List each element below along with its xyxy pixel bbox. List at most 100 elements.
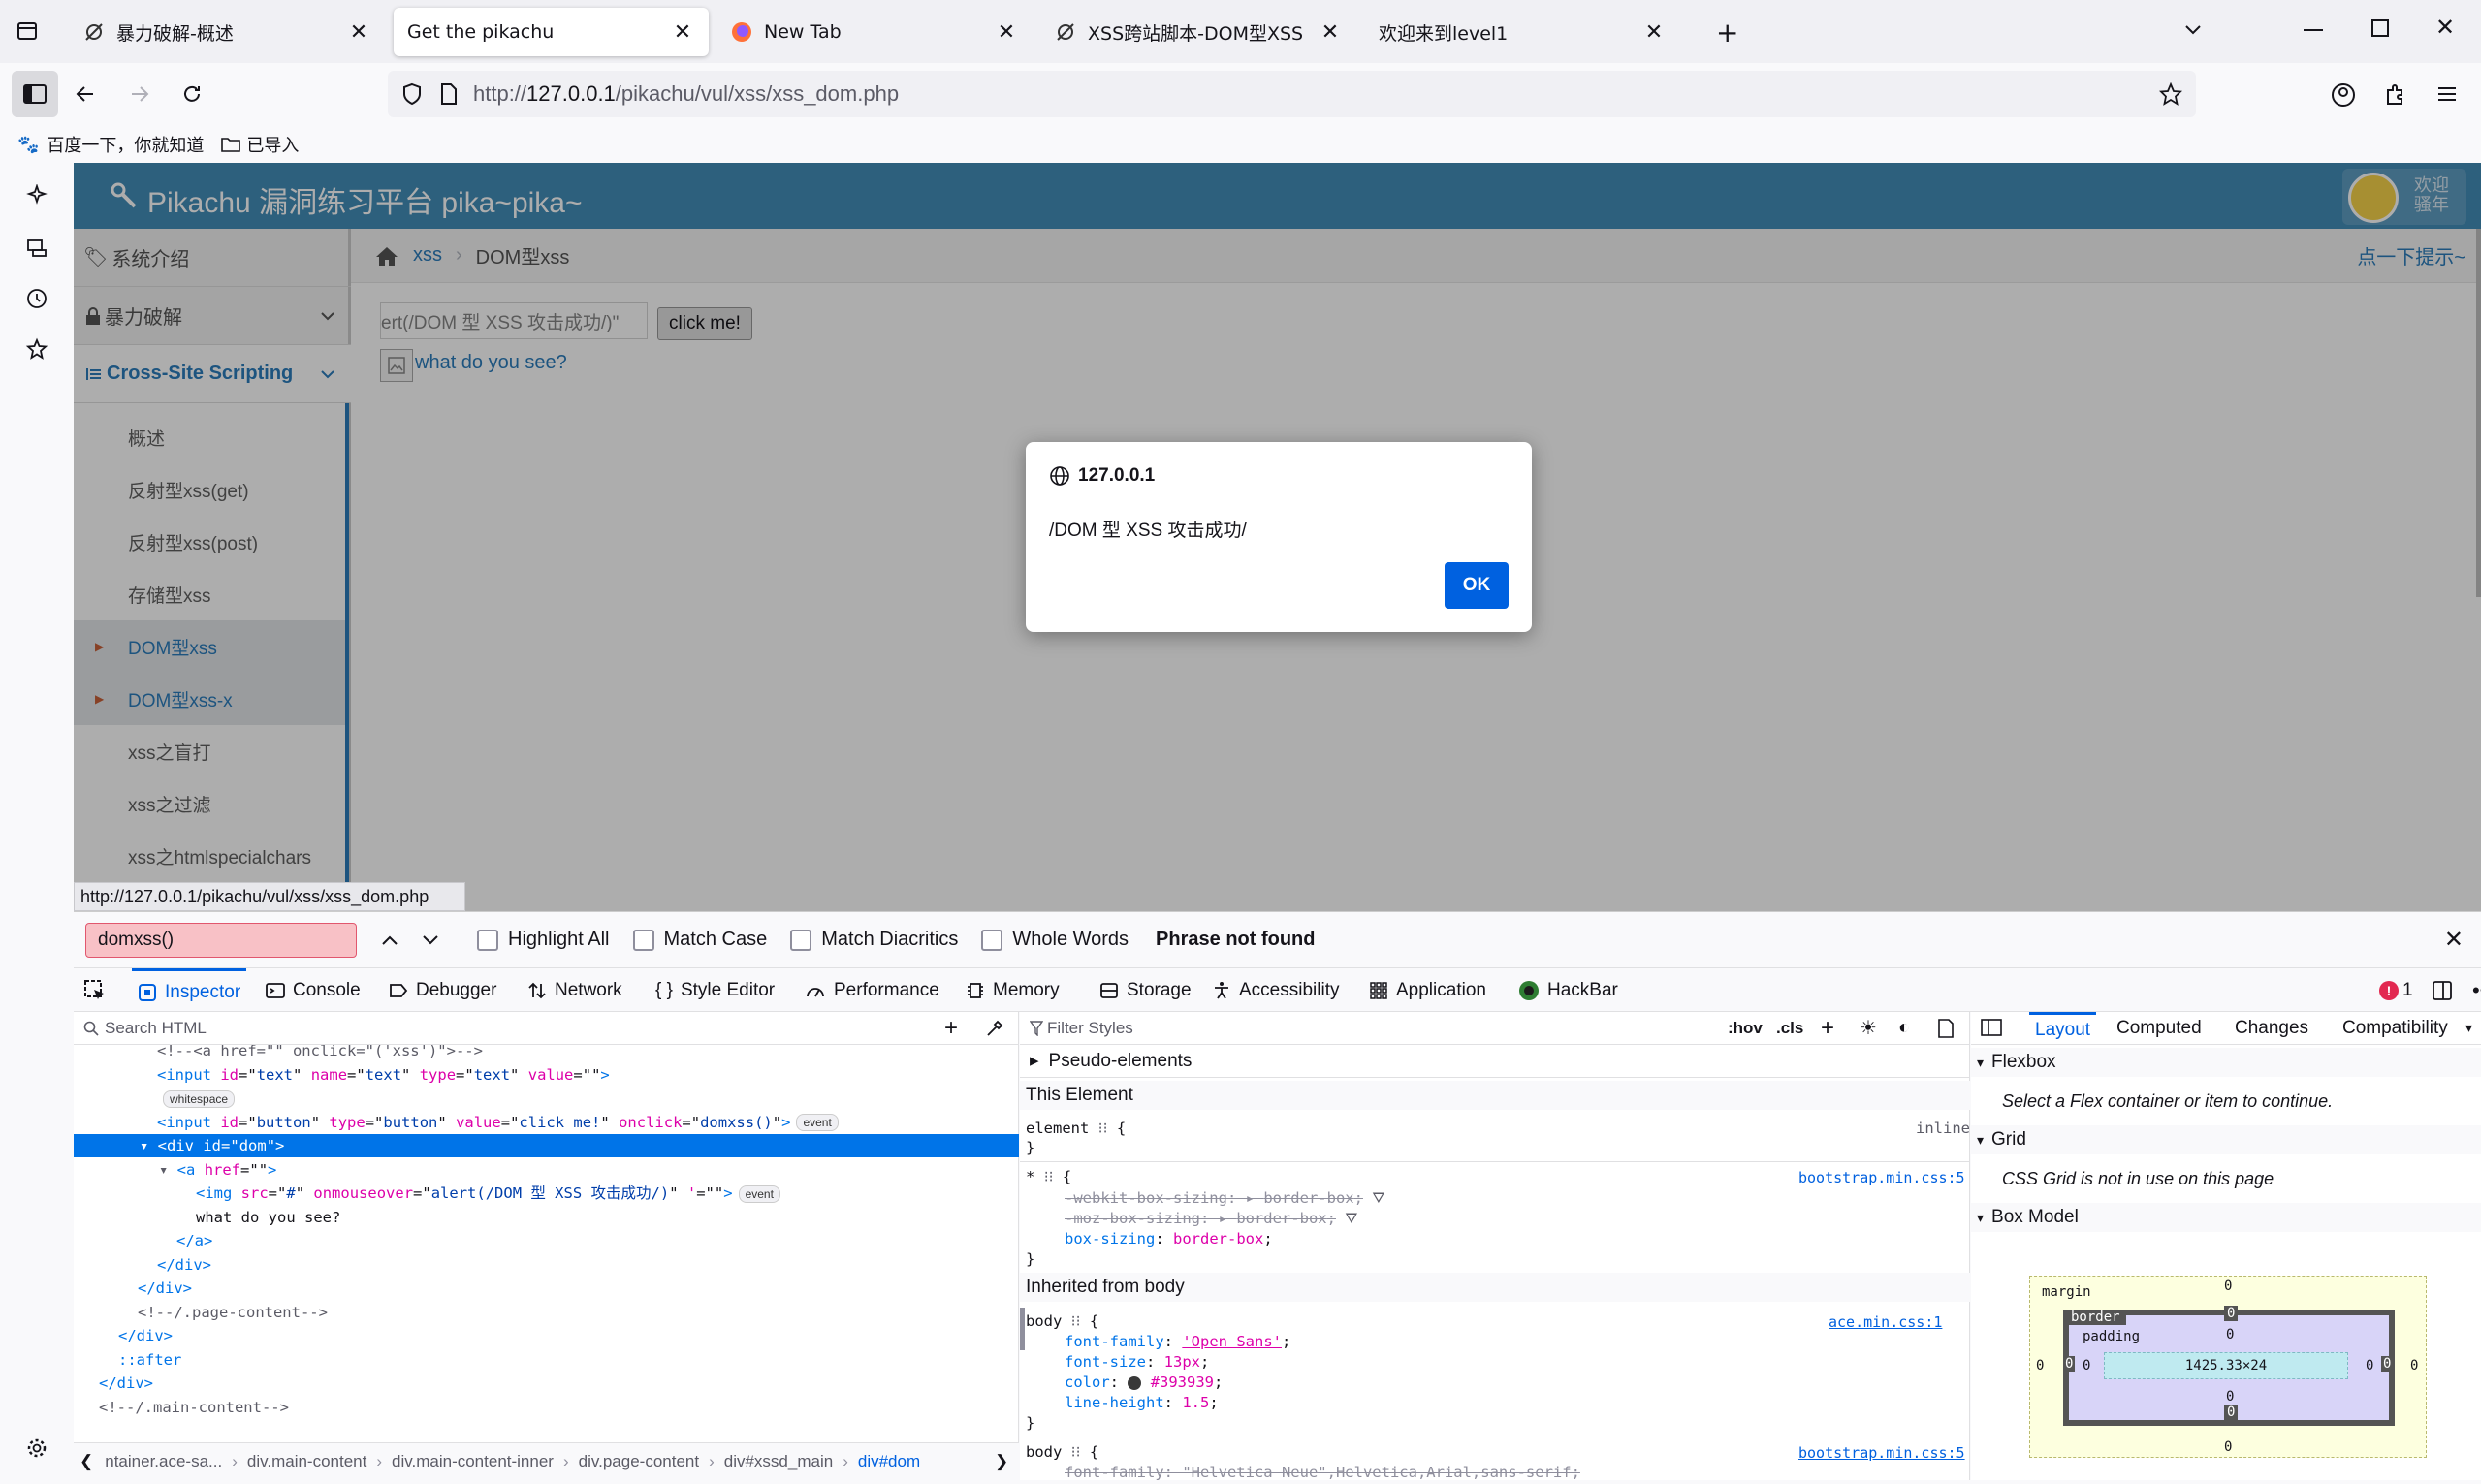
whole-words-checkbox[interactable] [981, 929, 1003, 951]
close-tab-icon[interactable]: ✕ [1318, 20, 1343, 45]
markup-node[interactable]: </div> [74, 1372, 1019, 1395]
pseudo-elements-toggle[interactable]: ▸ Pseudo-elements [1020, 1045, 1970, 1078]
close-find-icon[interactable]: ✕ [2444, 926, 2464, 954]
find-previous-icon[interactable] [380, 933, 399, 947]
markup-node[interactable]: what do you see? [74, 1206, 1019, 1229]
new-tab-icon[interactable]: + [1716, 16, 1738, 48]
node-crumb[interactable]: ntainer.ace-sa... [105, 1452, 222, 1471]
markup-node[interactable]: </div> [74, 1324, 1019, 1347]
node-crumb[interactable]: div.main-content-inner [392, 1452, 554, 1471]
body-rule-source[interactable]: ace.min.css:1 [1829, 1313, 1942, 1331]
error-indicator[interactable]: ! 1 [2379, 968, 2413, 1013]
padding-top-value[interactable]: 0 [2226, 1327, 2234, 1342]
markup-node[interactable]: whitespace [74, 1087, 1019, 1110]
find-next-icon[interactable] [421, 933, 440, 947]
tab-style-editor[interactable]: { } Style Editor [655, 968, 775, 1013]
toggle-sidebar-icon[interactable] [1981, 1018, 2002, 1037]
shield-icon[interactable] [401, 82, 423, 106]
add-rule-icon[interactable]: + [1821, 1015, 1834, 1042]
tab-4[interactable]: XSS跨站脚本-DOM型XSS ✕ [1041, 8, 1356, 56]
bookmark-star-icon[interactable] [2159, 82, 2182, 106]
url-bar[interactable]: http://127.0.0.1/pikachu/vul/xss/xss_dom… [388, 71, 2196, 117]
list-all-tabs-icon[interactable] [2181, 17, 2205, 41]
match-case-checkbox[interactable] [632, 929, 654, 951]
tab-1[interactable]: 暴力破解-概述 ✕ [70, 8, 385, 56]
dialog-ok-button[interactable]: OK [1445, 562, 1509, 609]
print-media-icon[interactable] [1937, 1018, 1955, 1038]
dock-icon[interactable] [2432, 968, 2453, 1013]
markup-node[interactable]: </div> [74, 1277, 1019, 1300]
breadcrumb-scroll-right-icon[interactable]: ❯ [995, 1452, 1008, 1471]
border-left-value[interactable]: 0 [2063, 1356, 2076, 1372]
node-crumb[interactable]: div#xssd_main [724, 1452, 833, 1471]
chevron-down-icon[interactable]: ▾ [2465, 1020, 2472, 1036]
node-crumb-active[interactable]: div#dom [858, 1452, 920, 1471]
margin-left-value[interactable]: 0 [2036, 1358, 2044, 1373]
element-picker-icon[interactable] [83, 968, 107, 1013]
event-badge[interactable]: event [738, 1184, 780, 1203]
tab-application[interactable]: Application [1369, 968, 1486, 1013]
settings-gear-icon[interactable] [21, 1433, 52, 1464]
padding-right-value[interactable]: 0 [2366, 1358, 2373, 1373]
rules-scrollbar[interactable] [1020, 1308, 1025, 1350]
tab-3[interactable]: New Tab ✕ [717, 8, 1033, 56]
bookmark-imported[interactable]: 已导入 [246, 132, 299, 157]
expand-toggle-icon[interactable]: ▾ [159, 1161, 177, 1179]
tab-5[interactable]: 欢迎来到level1 ✕ [1365, 8, 1680, 56]
star-rule-source[interactable]: bootstrap.min.css:5 [1798, 1169, 1965, 1186]
close-tab-icon[interactable]: ✕ [670, 20, 695, 45]
markup-node-selected[interactable]: ▾ <div id="dom"> [74, 1134, 1019, 1157]
tab-memory[interactable]: Memory [966, 968, 1060, 1013]
tab-2[interactable]: Get the pikachu ✕ [394, 8, 709, 56]
css-property-struck[interactable]: font-family: "Helvetica Neue",Helvetica,… [1065, 1461, 1580, 1484]
close-tab-icon[interactable]: ✕ [1641, 20, 1667, 45]
tab-network[interactable]: Network [527, 968, 622, 1013]
tab-debugger[interactable]: Debugger [389, 968, 496, 1013]
match-diacritics-checkbox[interactable] [790, 929, 812, 951]
close-window-icon[interactable]: ✕ [2435, 14, 2455, 41]
node-crumb[interactable]: div.main-content [247, 1452, 366, 1471]
eyedropper-icon[interactable] [985, 1019, 1004, 1038]
hov-toggle[interactable]: :hov [1728, 1019, 1763, 1038]
close-tab-icon[interactable]: ✕ [994, 20, 1019, 45]
border-top-value[interactable]: 0 [2224, 1306, 2239, 1321]
tab-performance[interactable]: Performance [805, 968, 939, 1013]
breadcrumb-scroll-left-icon[interactable]: ❮ [80, 1452, 93, 1471]
node-crumb[interactable]: div.page-content [579, 1452, 699, 1471]
border-right-value[interactable]: 0 [2381, 1356, 2394, 1372]
border-bottom-value[interactable]: 0 [2224, 1405, 2239, 1420]
tab-hackbar[interactable]: HackBar [1518, 968, 1618, 1013]
markup-node[interactable]: <!--<a href="" onclick="('xss')">--> [74, 1045, 1019, 1062]
css-property[interactable]: box-sizing: border-box; [1065, 1227, 1273, 1250]
grid-header[interactable]: ▾ Grid [1971, 1125, 2481, 1154]
more-options-icon[interactable]: ••• [2472, 968, 2481, 1013]
box-model-border[interactable]: border 0 0 0 0 padding 0 0 0 0 1425.33×2… [2063, 1306, 2395, 1426]
minimize-icon[interactable] [2304, 29, 2323, 31]
tab-computed[interactable]: Computed [2116, 1018, 2202, 1039]
tab-compatibility[interactable]: Compatibility [2342, 1018, 2448, 1039]
bookmark-baidu[interactable]: 百度一下，你就知道 [47, 132, 204, 157]
markup-node[interactable]: </a> [74, 1229, 1019, 1252]
filter-styles-bar[interactable]: Filter Styles :hov .cls + ☀ ◐ [1020, 1012, 1970, 1045]
whitespace-badge[interactable]: whitespace [163, 1089, 236, 1108]
markup-node[interactable]: ▾ <a href=""> [74, 1158, 1019, 1182]
tab-list-icon[interactable] [16, 19, 39, 43]
tab-storage[interactable]: Storage [1099, 968, 1192, 1013]
cls-toggle[interactable]: .cls [1776, 1019, 1803, 1038]
tab-console[interactable]: Console [266, 968, 361, 1013]
tab-inspector[interactable]: Inspector [132, 968, 247, 1013]
margin-bottom-value[interactable]: 0 [2224, 1439, 2232, 1455]
dark-mode-icon[interactable]: ◐ [1898, 1017, 1910, 1039]
tab-layout[interactable]: Layout [2029, 1012, 2097, 1045]
margin-top-value[interactable]: 0 [2224, 1279, 2232, 1294]
markup-node[interactable]: ::after [74, 1348, 1019, 1372]
box-model-margin[interactable]: margin 0 0 0 0 border 0 0 0 0 padding 0 … [2029, 1276, 2427, 1458]
reload-icon[interactable] [180, 82, 204, 106]
markup-node[interactable]: <input id="button" type="button" value="… [74, 1111, 1019, 1134]
padding-left-value[interactable]: 0 [2083, 1358, 2090, 1373]
flexbox-header[interactable]: ▾ Flexbox [1971, 1048, 2481, 1077]
highlight-all-checkbox[interactable] [477, 929, 498, 951]
markup-view[interactable]: <!--<a href="" onclick="('xss')">--> <inp… [74, 1045, 1019, 1440]
bookmarks-icon[interactable] [21, 333, 52, 364]
search-html-bar[interactable]: Search HTML + [74, 1012, 1019, 1045]
